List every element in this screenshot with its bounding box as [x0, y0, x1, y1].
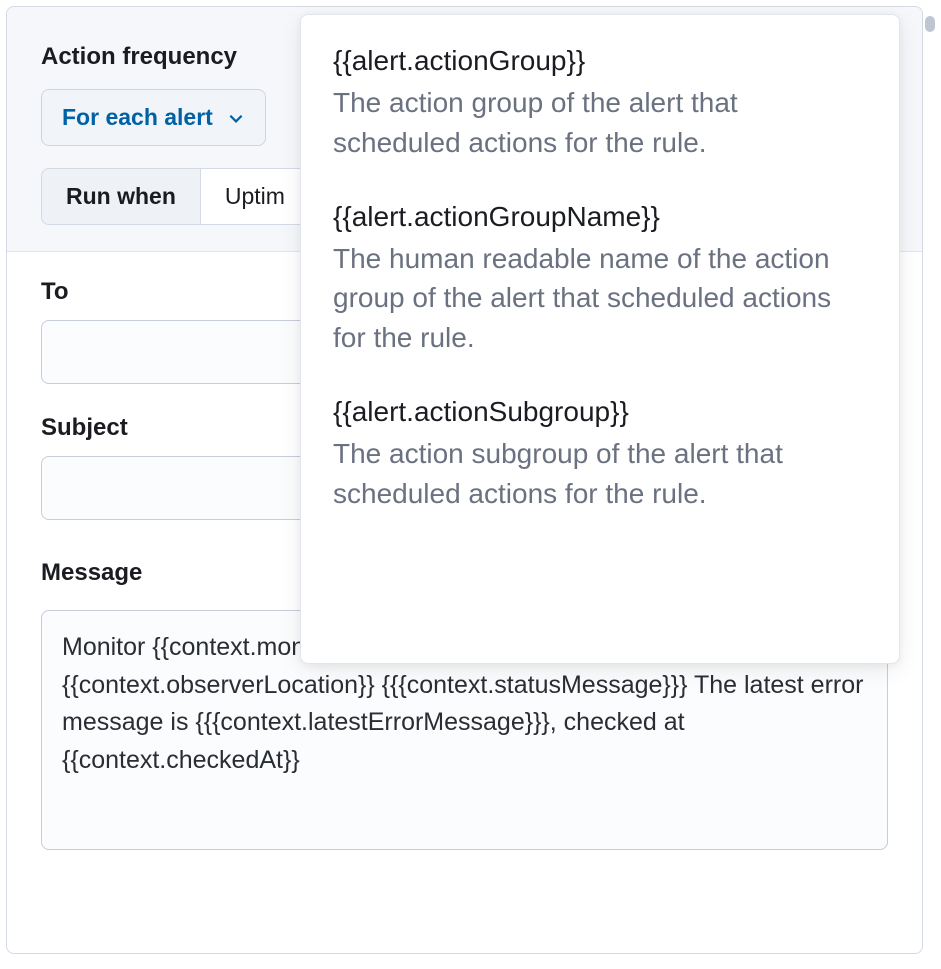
popover-var-desc: The action subgroup of the alert that sc… — [333, 434, 867, 514]
message-label: Message — [41, 559, 142, 587]
popover-var-name: {{alert.actionGroup}} — [333, 45, 867, 77]
variable-popover: {{alert.actionGroup}} The action group o… — [300, 14, 900, 664]
run-when-value: Uptim — [225, 183, 285, 210]
run-when-label: Run when — [41, 168, 200, 225]
frequency-select[interactable]: For each alert — [41, 89, 266, 146]
popover-var-name: {{alert.actionSubgroup}} — [333, 396, 867, 428]
frequency-select-value: For each alert — [62, 104, 213, 131]
scrollbar-thumb[interactable] — [925, 16, 935, 32]
chevron-down-icon — [227, 109, 245, 127]
popover-item[interactable]: {{alert.actionGroup}} The action group o… — [333, 45, 867, 163]
popover-item[interactable]: {{alert.actionGroupName}} The human read… — [333, 201, 867, 358]
popover-var-name: {{alert.actionGroupName}} — [333, 201, 867, 233]
popover-var-desc: The action group of the alert that sched… — [333, 83, 867, 163]
popover-var-desc: The human readable name of the action gr… — [333, 239, 867, 358]
popover-item[interactable]: {{alert.actionSubgroup}} The action subg… — [333, 396, 867, 514]
